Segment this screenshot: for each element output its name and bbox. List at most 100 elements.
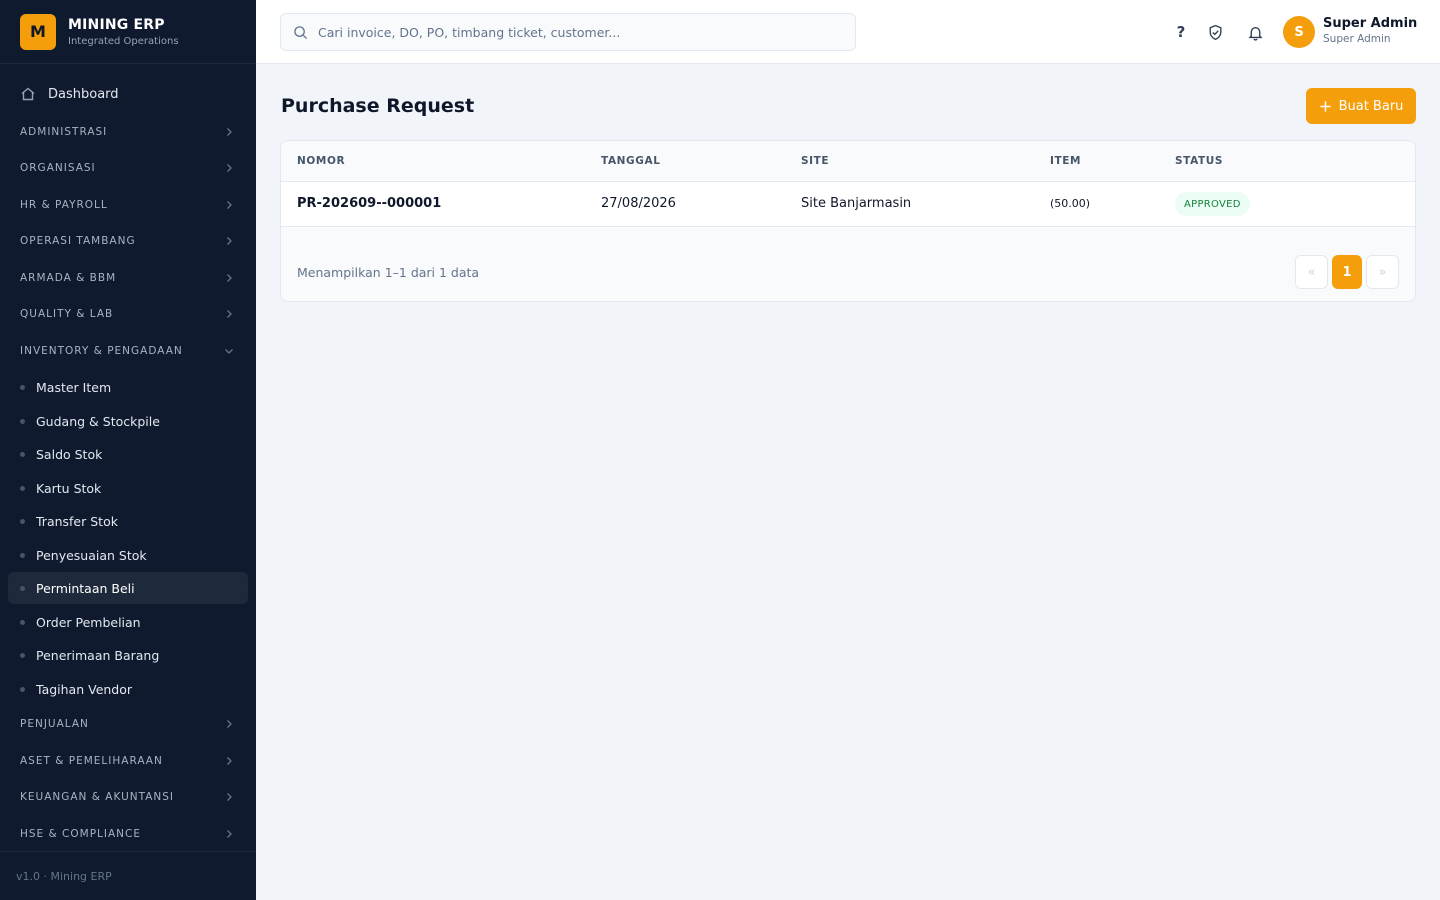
sidebar-item-label: Transfer Stok <box>36 513 118 529</box>
sidebar-item-dashboard[interactable]: Dashboard <box>8 78 248 110</box>
pagination-summary: Menampilkan 1–1 dari 1 data <box>297 265 480 280</box>
brand-subtitle: Integrated Operations <box>68 35 179 47</box>
column-header-tanggal[interactable]: TANGGAL <box>601 155 661 167</box>
search-input[interactable] <box>318 24 838 40</box>
sidebar-section-administrasi[interactable]: ADMINISTRASI <box>8 118 248 146</box>
bullet-icon <box>20 619 25 625</box>
sidebar-section-inventory-pengadaan[interactable]: INVENTORY & PENGADAAN <box>8 337 248 365</box>
plus-icon <box>1319 100 1331 112</box>
section-label: INVENTORY & PENGADAAN <box>20 345 183 357</box>
search-icon <box>294 25 308 39</box>
shield-check-icon[interactable] <box>1205 22 1225 42</box>
cell-site: Site Banjarmasin <box>801 196 912 211</box>
purchase-request-table: NOMOR TANGGAL SITE ITEM STATUS PR-202609… <box>280 140 1416 302</box>
table-header: NOMOR TANGGAL SITE ITEM STATUS <box>281 141 1415 182</box>
bullet-icon <box>20 552 25 558</box>
sidebar-section-operasi-tambang[interactable]: OPERASI TAMBANG <box>8 227 248 255</box>
sidebar-item-penerimaan-barang[interactable]: Penerimaan Barang <box>8 639 248 671</box>
sidebar-item-label: Penerimaan Barang <box>36 647 160 663</box>
sidebar-item-label: Tagihan Vendor <box>36 681 133 697</box>
section-label: HSE & COMPLIANCE <box>20 828 141 840</box>
column-header-status[interactable]: STATUS <box>1175 155 1223 167</box>
sidebar-item-label: Kartu Stok <box>36 480 102 496</box>
sidebar-section-quality-lab[interactable]: QUALITY & LAB <box>8 300 248 328</box>
sidebar-item-tagihan-vendor[interactable]: Tagihan Vendor <box>8 673 248 705</box>
bullet-icon <box>20 485 25 491</box>
sidebar-item-permintaan-beli[interactable]: Permintaan Beli <box>8 572 248 604</box>
sidebar-item-label: Dashboard <box>48 86 119 102</box>
column-header-nomor[interactable]: NOMOR <box>297 155 345 167</box>
pagination-prev-button[interactable]: « <box>1295 255 1328 289</box>
sidebar-item-label: Saldo Stok <box>36 446 103 462</box>
sidebar-section-hr-payroll[interactable]: HR & PAYROLL <box>8 191 248 219</box>
cell-nomor[interactable]: PR-202609--000001 <box>297 196 441 211</box>
brand-logo: M <box>20 13 56 50</box>
chevron-right-icon <box>227 310 232 318</box>
chevron-down-icon <box>225 349 233 354</box>
sidebar-section-armada-bbm[interactable]: ARMADA & BBM <box>8 264 248 292</box>
sidebar-item-label: Master Item <box>36 379 112 395</box>
bell-icon[interactable] <box>1245 22 1265 42</box>
user-role: Super Admin <box>1323 33 1391 45</box>
section-label: ADMINISTRASI <box>20 126 108 138</box>
bullet-icon <box>20 451 25 457</box>
global-search[interactable] <box>280 13 856 51</box>
brand-title: MINING ERP <box>68 16 165 33</box>
sidebar-item-penyesuaian-stok[interactable]: Penyesuaian Stok <box>8 539 248 571</box>
create-new-button[interactable]: Buat Baru <box>1306 88 1416 124</box>
sidebar-item-saldo-stok[interactable]: Saldo Stok <box>8 438 248 470</box>
sidebar-item-label: Penyesuaian Stok <box>36 547 147 563</box>
brand[interactable]: M MINING ERP Integrated Operations <box>0 0 256 64</box>
chevron-right-icon <box>227 720 232 728</box>
chevron-right-icon <box>227 757 232 765</box>
cell-item: (50.00) <box>1050 197 1091 210</box>
user-name[interactable]: Super Admin <box>1323 16 1417 31</box>
sidebar-item-label: Gudang & Stockpile <box>36 413 160 429</box>
chevron-right-icon <box>227 164 232 172</box>
help-icon[interactable]: ? <box>1171 22 1191 42</box>
chevron-right-icon <box>227 128 232 136</box>
cell-tanggal: 27/08/2026 <box>601 196 676 211</box>
sidebar-section-penjualan[interactable]: PENJUALAN <box>8 710 248 738</box>
column-header-item[interactable]: ITEM <box>1050 155 1081 167</box>
sidebar-item-label: Permintaan Beli <box>36 580 135 596</box>
section-label: ARMADA & BBM <box>20 272 117 284</box>
chevron-right-icon <box>227 274 232 282</box>
bullet-icon <box>20 585 25 591</box>
bullet-icon <box>20 384 25 390</box>
section-label: PENJUALAN <box>20 718 89 730</box>
table-row[interactable]: PR-202609--000001 27/08/2026 Site Banjar… <box>281 182 1415 227</box>
section-label: QUALITY & LAB <box>20 308 114 320</box>
column-header-site[interactable]: SITE <box>801 155 829 167</box>
sidebar: M MINING ERP Integrated Operations Dashb… <box>0 0 256 900</box>
chevron-right-icon <box>227 793 232 801</box>
topbar: ? S Super Admin Super Admin <box>256 0 1440 64</box>
pagination-page-button[interactable]: 1 <box>1332 255 1362 289</box>
bullet-icon <box>20 652 25 658</box>
home-icon <box>21 87 35 101</box>
sidebar-section-organisasi[interactable]: ORGANISASI <box>8 154 248 182</box>
sidebar-item-gudang-stockpile[interactable]: Gudang & Stockpile <box>8 405 248 437</box>
pagination-next-button[interactable]: » <box>1366 255 1399 289</box>
page-title: Purchase Request <box>281 95 475 117</box>
create-new-label: Buat Baru <box>1338 98 1404 114</box>
bullet-icon <box>20 518 25 524</box>
section-label: ASET & PEMELIHARAAN <box>20 755 163 767</box>
sidebar-section-aset-pemeliharaan[interactable]: ASET & PEMELIHARAAN <box>8 747 248 775</box>
sidebar-item-transfer-stok[interactable]: Transfer Stok <box>8 505 248 537</box>
sidebar-item-order-pembelian[interactable]: Order Pembelian <box>8 606 248 638</box>
section-label: ORGANISASI <box>20 162 96 174</box>
section-label: OPERASI TAMBANG <box>20 235 136 247</box>
sidebar-item-label: Order Pembelian <box>36 614 141 630</box>
section-label: HR & PAYROLL <box>20 199 108 211</box>
sidebar-section-hse-compliance[interactable]: HSE & COMPLIANCE <box>8 820 248 848</box>
sidebar-item-kartu-stok[interactable]: Kartu Stok <box>8 472 248 504</box>
bullet-icon <box>20 418 25 424</box>
sidebar-section-keuangan-akuntansi[interactable]: KEUANGAN & AKUNTANSI <box>8 783 248 811</box>
chevron-right-icon <box>227 201 232 209</box>
app-version: v1.0 · Mining ERP <box>0 851 256 900</box>
status-badge: APPROVED <box>1175 192 1250 216</box>
sidebar-item-master-item[interactable]: Master Item <box>8 371 248 403</box>
avatar[interactable]: S <box>1283 16 1315 48</box>
section-label: KEUANGAN & AKUNTANSI <box>20 791 175 803</box>
